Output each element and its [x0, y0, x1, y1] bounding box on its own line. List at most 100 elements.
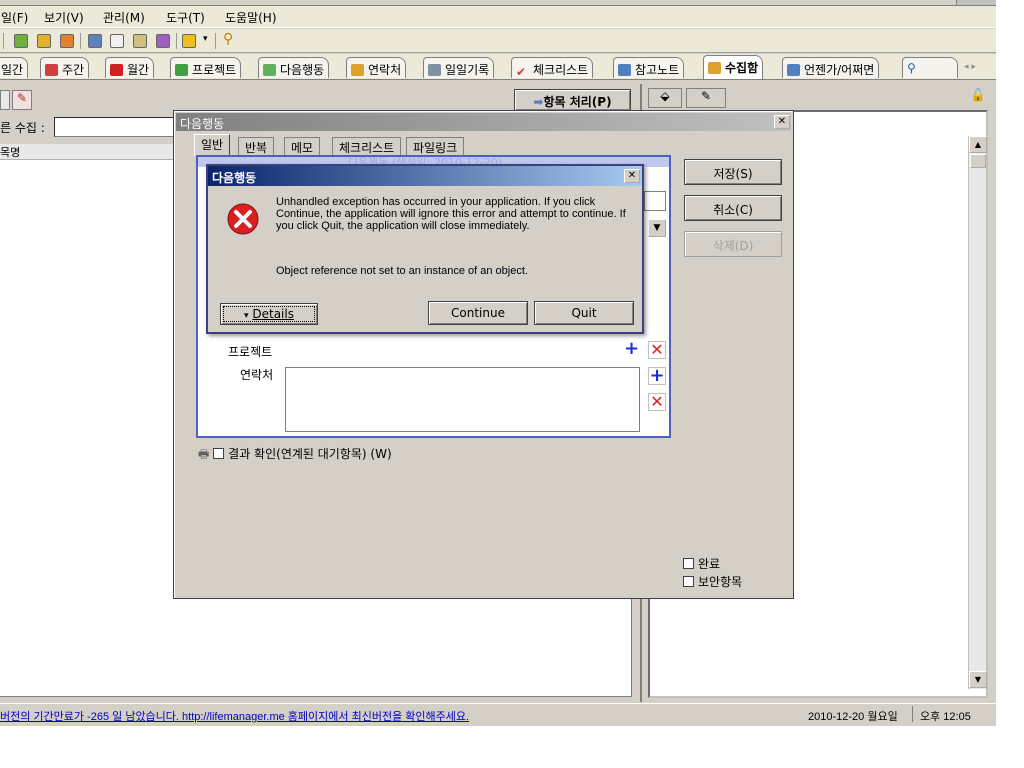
question-icon	[787, 64, 800, 76]
add-icon[interactable]	[0, 90, 10, 110]
tab-label: 메모	[291, 141, 314, 155]
result-check-row[interactable]: 🖶 결과 확인(연계된 대기항목) (W)	[198, 445, 392, 466]
complete-checkbox[interactable]: 완료	[683, 555, 720, 572]
status-bar: 버전의 기간만료가 -265 일 남았습니다. http://lifemanag…	[0, 703, 996, 725]
menu-help[interactable]: 도움말(H)	[225, 9, 277, 26]
tab-label: 다음행동	[280, 63, 325, 77]
save-label: 저장(S)	[713, 167, 753, 181]
menu-file[interactable]: 일(F)	[1, 9, 28, 26]
tab-monthly[interactable]: 월간	[105, 57, 155, 78]
vertical-scrollbar[interactable]: ▲ ▼	[968, 136, 987, 689]
tab-weekly[interactable]: 주간	[40, 57, 90, 78]
tab-daily-log[interactable]: 일일기록	[423, 57, 495, 78]
remove-contact-icon[interactable]: ✕	[648, 393, 666, 411]
tab-label: 파일링크	[413, 141, 458, 155]
unlock-icon[interactable]: 🔓	[968, 88, 988, 106]
process-item-button[interactable]: ➡항목 처리(P)	[514, 89, 631, 111]
tab-checklist[interactable]: ✔ 체크리스트	[511, 57, 594, 79]
tab-general[interactable]: 일반	[194, 134, 231, 156]
checkbox-box	[213, 448, 225, 459]
tab-repeat[interactable]: 반복	[238, 137, 275, 155]
alarm-icon[interactable]	[60, 34, 74, 48]
edit-icon[interactable]: ✎	[12, 90, 32, 110]
notes-icon	[618, 64, 631, 76]
tab-daily[interactable]: 일간	[0, 57, 29, 78]
tab-project[interactable]: 프로젝트	[170, 57, 242, 78]
dialog-title: 다음행동	[180, 117, 225, 131]
result-check-label: 결과 확인(연계된 대기항목) (W)	[228, 447, 392, 461]
week-icon	[45, 64, 58, 76]
inbox-tool-icon[interactable]: ⬙	[648, 88, 682, 108]
continue-button[interactable]: Continue	[428, 301, 528, 325]
add-contact-icon[interactable]: +	[648, 367, 666, 385]
toolbar-separator	[80, 33, 81, 49]
scroll-up-icon[interactable]: ▲	[969, 136, 987, 153]
check-icon: ✔	[516, 65, 527, 79]
add-project-icon[interactable]: +	[624, 340, 639, 358]
error-icon	[227, 203, 259, 235]
quit-label: Quit	[571, 306, 597, 320]
search-icon[interactable]: ⚲	[223, 31, 233, 47]
link-icon[interactable]	[156, 34, 170, 48]
status-date: 2010-12-20 월요일	[808, 711, 898, 723]
tab-scroll-arrows[interactable]: ◂ ▸	[964, 62, 976, 72]
close-icon[interactable]: ✕	[624, 169, 640, 183]
search-icon: ⚲	[907, 61, 916, 75]
scroll-down-icon[interactable]: ▼	[969, 671, 987, 688]
details-button[interactable]: ▾ Details	[220, 303, 318, 325]
calendar-icon[interactable]	[88, 34, 102, 48]
menu-tools[interactable]: 도구(T)	[166, 9, 205, 26]
tab-label: 일일기록	[445, 63, 490, 77]
toolbar-separator	[215, 33, 216, 49]
attach-icon[interactable]: ✎	[686, 88, 726, 108]
delete-button[interactable]: 삭제(D)	[684, 231, 782, 257]
cancel-button[interactable]: 취소(C)	[684, 195, 782, 221]
tab-label: 언젠가/어쩌면	[804, 63, 875, 77]
inbox-icon	[708, 62, 721, 74]
error-message: Unhandled exception has occurred in your…	[276, 196, 626, 232]
scroll-thumb[interactable]	[970, 154, 986, 168]
arrow-right-icon: ➡	[533, 95, 544, 109]
secure-checkbox[interactable]: 보안항목	[683, 573, 742, 590]
menu-manage[interactable]: 관리(M)	[103, 9, 145, 26]
tab-label: 반복	[245, 141, 268, 155]
tab-memo[interactable]: 메모	[284, 137, 321, 155]
tab-search[interactable]: ⚲	[902, 57, 958, 78]
dropdown-arrow-icon[interactable]: ▼	[648, 219, 666, 237]
tab-label: 체크리스트	[533, 63, 589, 77]
dropdown-arrow-icon[interactable]: ▾	[203, 34, 208, 44]
continue-label: Continue	[451, 306, 505, 320]
save-button[interactable]: 저장(S)	[684, 159, 782, 185]
menu-view[interactable]: 보기(V)	[44, 9, 84, 26]
status-time: 오후 12:05	[920, 711, 971, 723]
quick-collect-label: 른 수집 :	[0, 121, 45, 135]
project-label: 프로젝트	[228, 345, 273, 359]
contact-list[interactable]	[285, 367, 640, 432]
contact-label: 연락처	[240, 368, 274, 382]
remove-project-icon[interactable]: ✕	[648, 341, 666, 359]
tab-label: 일간	[1, 63, 24, 77]
quit-button[interactable]: Quit	[534, 301, 634, 325]
tab-next-action[interactable]: 다음행동	[258, 57, 330, 78]
menu-bar: 일(F) 보기(V) 관리(M) 도구(T) 도움말(H)	[0, 6, 996, 28]
close-icon[interactable]: ✕	[774, 115, 790, 129]
tab-file-link[interactable]: 파일링크	[406, 137, 465, 155]
title-input[interactable]	[644, 191, 666, 211]
checkbox-box	[683, 558, 694, 569]
tree-icon[interactable]	[110, 34, 124, 48]
sync-icon[interactable]	[37, 34, 51, 48]
toolbar-separator	[176, 33, 177, 49]
log-icon	[428, 64, 441, 76]
window-controls[interactable]	[956, 0, 996, 5]
note-icon[interactable]	[133, 34, 147, 48]
lock-icon[interactable]	[182, 34, 196, 48]
expiry-notice-link[interactable]: 버전의 기간만료가 -265 일 남았습니다. http://lifemanag…	[0, 708, 469, 724]
quick-collect-input[interactable]	[54, 117, 178, 137]
tab-inbox[interactable]: 수집함	[703, 55, 764, 79]
tab-checklist-dialog[interactable]: 체크리스트	[332, 137, 402, 155]
tab-someday[interactable]: 언젠가/어쩌면	[782, 57, 880, 78]
tab-label: 참고노트	[635, 63, 680, 77]
refresh-icon[interactable]	[14, 34, 28, 48]
tab-reference-notes[interactable]: 참고노트	[613, 57, 685, 78]
tab-contacts[interactable]: 연락처	[346, 57, 407, 78]
